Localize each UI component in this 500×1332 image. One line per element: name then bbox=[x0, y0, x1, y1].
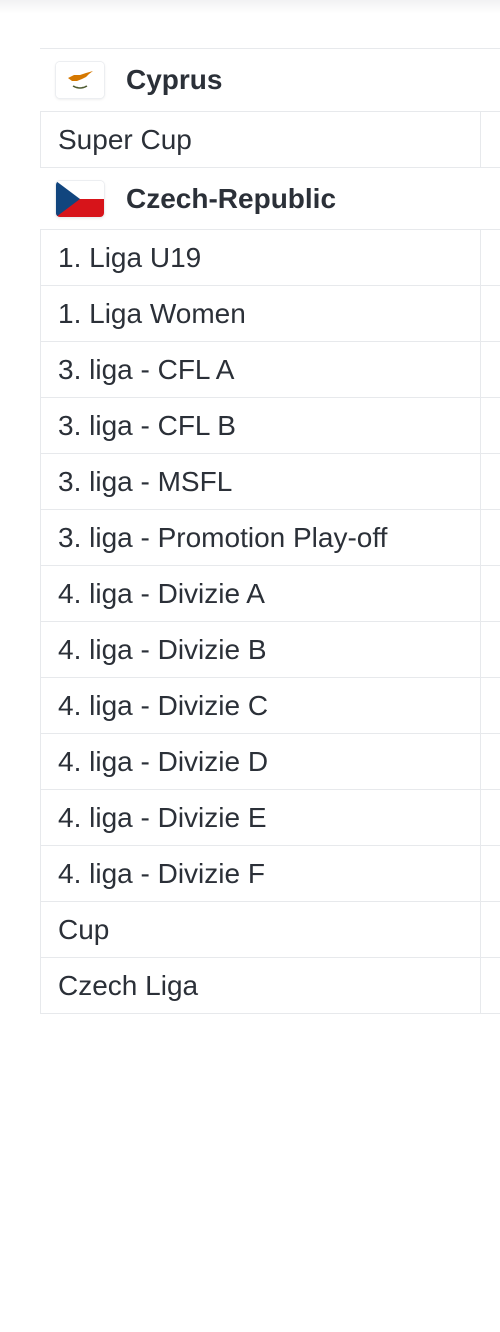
league-row[interactable]: Super Cup bbox=[40, 112, 500, 168]
league-row[interactable]: 4. liga - Divizie F bbox=[40, 846, 500, 902]
country-header-czech-republic[interactable]: Czech-Republic bbox=[40, 168, 500, 230]
column-divider bbox=[480, 790, 481, 845]
column-divider bbox=[480, 846, 481, 901]
czech-republic-flag-icon bbox=[56, 180, 104, 217]
column-divider bbox=[480, 902, 481, 957]
league-name: Czech Liga bbox=[58, 969, 199, 1001]
league-row[interactable]: 1. Liga U19 bbox=[40, 230, 500, 286]
league-row[interactable]: 3. liga - CFL B bbox=[40, 398, 500, 454]
column-divider bbox=[480, 342, 481, 397]
league-name: 4. liga - Divizie D bbox=[58, 745, 269, 777]
league-name: 4. liga - Divizie E bbox=[58, 801, 267, 833]
league-list: Cyprus Super Cup Czech-Republic 1. Liga … bbox=[40, 48, 500, 1014]
column-divider bbox=[480, 566, 481, 621]
league-name: Cup bbox=[58, 913, 110, 945]
league-row[interactable]: 4. liga - Divizie A bbox=[40, 566, 500, 622]
top-shadow bbox=[0, 0, 500, 14]
league-name: 4. liga - Divizie C bbox=[58, 689, 269, 721]
column-divider bbox=[480, 230, 481, 285]
country-header-cyprus[interactable]: Cyprus bbox=[40, 49, 500, 112]
league-name: Super Cup bbox=[58, 123, 192, 155]
league-row[interactable]: Cup bbox=[40, 902, 500, 958]
country-name: Czech-Republic bbox=[126, 182, 337, 214]
league-row[interactable]: 4. liga - Divizie B bbox=[40, 622, 500, 678]
league-name: 1. Liga U19 bbox=[58, 241, 202, 273]
column-divider bbox=[480, 112, 481, 167]
league-row[interactable]: 3. liga - Promotion Play-off bbox=[40, 510, 500, 566]
column-divider bbox=[480, 510, 481, 565]
column-divider bbox=[480, 398, 481, 453]
column-divider bbox=[480, 958, 481, 1013]
column-divider bbox=[480, 622, 481, 677]
column-divider bbox=[480, 286, 481, 341]
league-row[interactable]: 3. liga - CFL A bbox=[40, 342, 500, 398]
column-divider bbox=[480, 734, 481, 789]
league-row[interactable]: 4. liga - Divizie E bbox=[40, 790, 500, 846]
league-name: 4. liga - Divizie A bbox=[58, 577, 265, 609]
country-name: Cyprus bbox=[126, 64, 223, 95]
league-row[interactable]: 1. Liga Women bbox=[40, 286, 500, 342]
column-divider bbox=[480, 678, 481, 733]
column-divider bbox=[480, 454, 481, 509]
league-name: 4. liga - Divizie F bbox=[58, 857, 265, 889]
league-name: 3. liga - MSFL bbox=[58, 465, 233, 497]
league-name: 3. liga - CFL A bbox=[58, 353, 235, 385]
league-name: 4. liga - Divizie B bbox=[58, 633, 267, 665]
league-name: 1. Liga Women bbox=[58, 297, 246, 329]
league-row[interactable]: 3. liga - MSFL bbox=[40, 454, 500, 510]
league-name: 3. liga - Promotion Play-off bbox=[58, 521, 388, 553]
league-row[interactable]: 4. liga - Divizie D bbox=[40, 734, 500, 790]
league-name: 3. liga - CFL B bbox=[58, 409, 236, 441]
league-row[interactable]: Czech Liga bbox=[40, 958, 500, 1014]
league-row[interactable]: 4. liga - Divizie C bbox=[40, 678, 500, 734]
cyprus-flag-icon bbox=[56, 62, 104, 98]
